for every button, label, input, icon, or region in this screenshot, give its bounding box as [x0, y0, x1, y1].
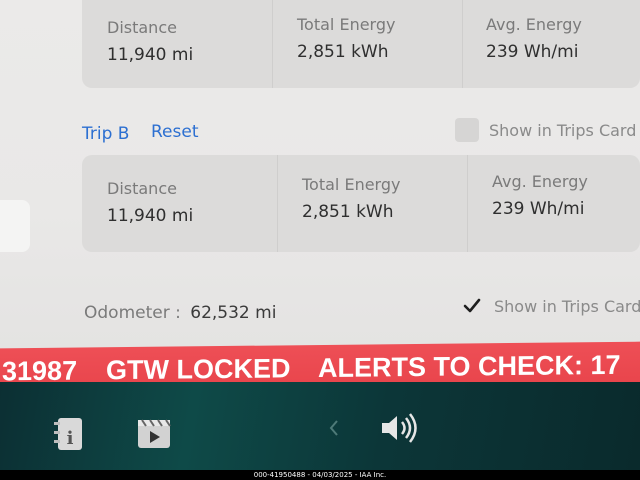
- energy-value: 2,851 kWh: [302, 202, 394, 222]
- checkbox-checked[interactable]: [460, 294, 484, 318]
- distance-label: Distance: [107, 179, 177, 198]
- trips-screen: Distance 11,940 mi Total Energy 2,851 kW…: [0, 0, 640, 352]
- energy-value: 2,851 kWh: [297, 42, 389, 62]
- avg-energy-label: Avg. Energy: [492, 172, 588, 191]
- trip-b-avg: Avg. Energy 239 Wh/mi: [492, 172, 588, 219]
- odometer-label: Odometer :: [84, 303, 181, 323]
- show-in-trips-label: Show in Trips Card: [489, 120, 637, 140]
- trip-a-energy: Total Energy 2,851 kWh: [297, 15, 395, 62]
- trip-b-distance: Distance 11,940 mi: [107, 179, 193, 226]
- watermark-footer: 000-41950488 - 04/03/2025 - IAA Inc.: [0, 470, 640, 480]
- svg-text:i: i: [67, 428, 74, 449]
- trip-a-avg: Avg. Energy 239 Wh/mi: [486, 15, 582, 62]
- distance-label: Distance: [107, 18, 177, 37]
- show-in-trips-label: Show in Trips Card: [494, 296, 640, 316]
- video-icon[interactable]: [136, 414, 172, 454]
- trip-b-show-in-trips-toggle[interactable]: Show in Trips Card: [455, 118, 636, 142]
- divider: [272, 0, 273, 88]
- side-panel-tab[interactable]: [0, 200, 30, 252]
- manual-icon[interactable]: i: [52, 414, 86, 458]
- trip-a-card: Distance 11,940 mi Total Energy 2,851 kW…: [82, 0, 640, 88]
- energy-label: Total Energy: [297, 15, 396, 34]
- odometer-value: 62,532 mi: [190, 303, 277, 323]
- divider: [277, 155, 278, 252]
- trip-b-energy: Total Energy 2,851 kWh: [302, 175, 400, 222]
- distance-value: 11,940 mi: [107, 45, 194, 65]
- trip-b-title: Trip B: [82, 124, 130, 144]
- chevron-left-icon[interactable]: [328, 418, 340, 442]
- alerts-count-text: ALERTS TO CHECK: 17: [318, 349, 621, 384]
- avg-energy-value: 239 Wh/mi: [486, 42, 579, 62]
- distance-value: 11,940 mi: [107, 206, 194, 226]
- energy-label: Total Energy: [302, 175, 401, 194]
- odometer-show-in-trips-toggle[interactable]: Show in Trips Card: [460, 294, 640, 318]
- checkmark-icon: [463, 298, 481, 313]
- taskbar: i: [0, 382, 640, 472]
- avg-energy-label: Avg. Energy: [486, 15, 582, 34]
- checkbox[interactable]: [455, 118, 479, 142]
- trip-b-card: Distance 11,940 mi Total Energy 2,851 kW…: [82, 155, 640, 252]
- volume-icon[interactable]: [378, 412, 422, 448]
- odometer: Odometer : 62,532 mi: [84, 303, 276, 323]
- trip-a-distance: Distance 11,940 mi: [107, 18, 193, 65]
- divider: [467, 155, 468, 252]
- avg-energy-value: 239 Wh/mi: [492, 199, 585, 219]
- divider: [462, 0, 463, 88]
- trip-b-reset-button[interactable]: Reset: [151, 122, 199, 142]
